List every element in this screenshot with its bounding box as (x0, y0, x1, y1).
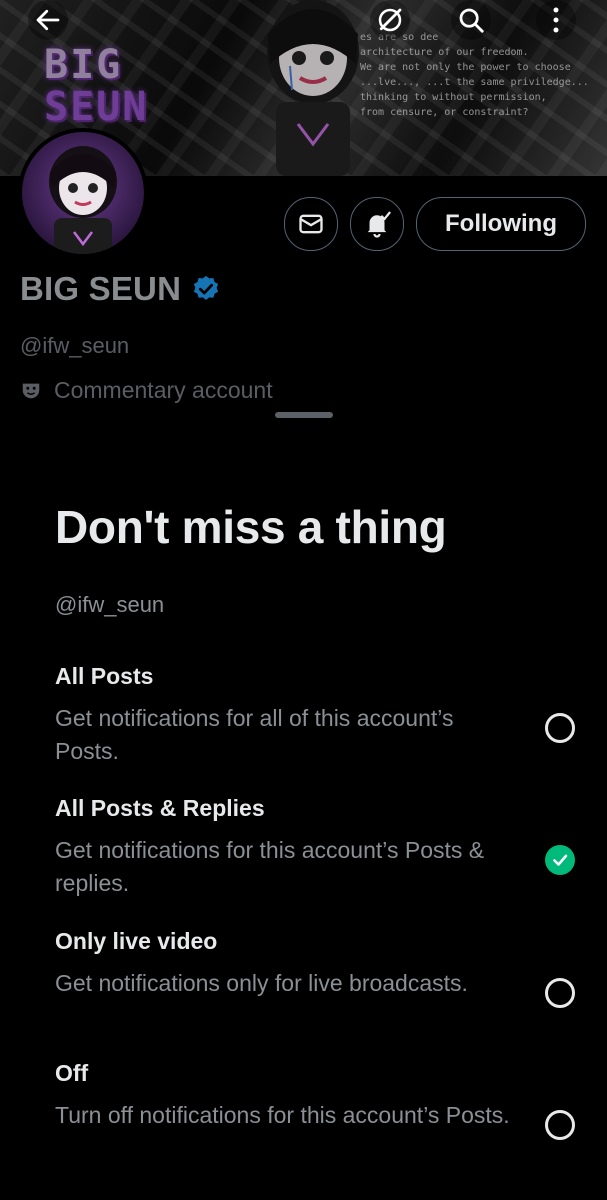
verified-badge-icon (194, 275, 219, 300)
option-off[interactable]: Off Turn off notifications for this acco… (55, 1060, 575, 1140)
option-only-live-video[interactable]: Only live video Get notifications only f… (55, 928, 575, 1008)
radio-button[interactable] (545, 713, 575, 743)
more-vertical-icon (553, 7, 559, 33)
option-title: Off (55, 1060, 89, 1086)
profile-handle: @ifw_seun (20, 333, 130, 358)
option-all-posts[interactable]: All Posts Get notifications for all of t… (55, 663, 575, 768)
slash-circle-icon (378, 8, 402, 32)
profile-avatar[interactable] (18, 128, 148, 258)
back-button[interactable] (28, 0, 68, 40)
option-all-posts-replies[interactable]: All Posts & Replies Get notifications fo… (55, 795, 575, 900)
sheet-title: Don't miss a thing (55, 501, 447, 553)
message-button[interactable] (284, 197, 338, 251)
option-title: All Posts (55, 663, 154, 689)
option-description: Turn off notifications for this account’… (55, 1102, 510, 1128)
sheet-drag-handle[interactable] (275, 412, 333, 418)
radio-button[interactable] (545, 1110, 575, 1140)
radio-button[interactable] (545, 978, 575, 1008)
grok-button[interactable] (370, 0, 410, 40)
checkmark-icon (553, 854, 568, 866)
profile-category: Commentary account (20, 377, 273, 404)
option-description: Get notifications only for live broadcas… (55, 970, 468, 996)
option-description: Get notifications for this account’s Pos… (55, 837, 485, 896)
search-icon (459, 8, 484, 33)
following-button[interactable]: Following (416, 197, 586, 251)
more-button[interactable] (536, 0, 576, 40)
display-name-row: BIG SEUN (20, 270, 221, 308)
option-title: All Posts & Replies (55, 795, 265, 821)
display-name: BIG SEUN (20, 270, 182, 307)
theater-masks-icon (22, 383, 40, 398)
option-title: Only live video (55, 928, 218, 954)
following-button-label: Following (445, 210, 557, 237)
envelope-icon (299, 214, 323, 234)
option-description: Get notifications for all of this accoun… (55, 705, 454, 764)
bell-check-icon (367, 211, 391, 238)
radio-button-selected[interactable] (545, 845, 575, 875)
category-label: Commentary account (54, 377, 273, 403)
notifications-button[interactable] (350, 197, 404, 251)
avatar-image (22, 132, 144, 254)
sheet-handle: @ifw_seun (55, 592, 165, 617)
search-button[interactable] (451, 0, 491, 40)
arrow-left-icon (36, 9, 60, 31)
